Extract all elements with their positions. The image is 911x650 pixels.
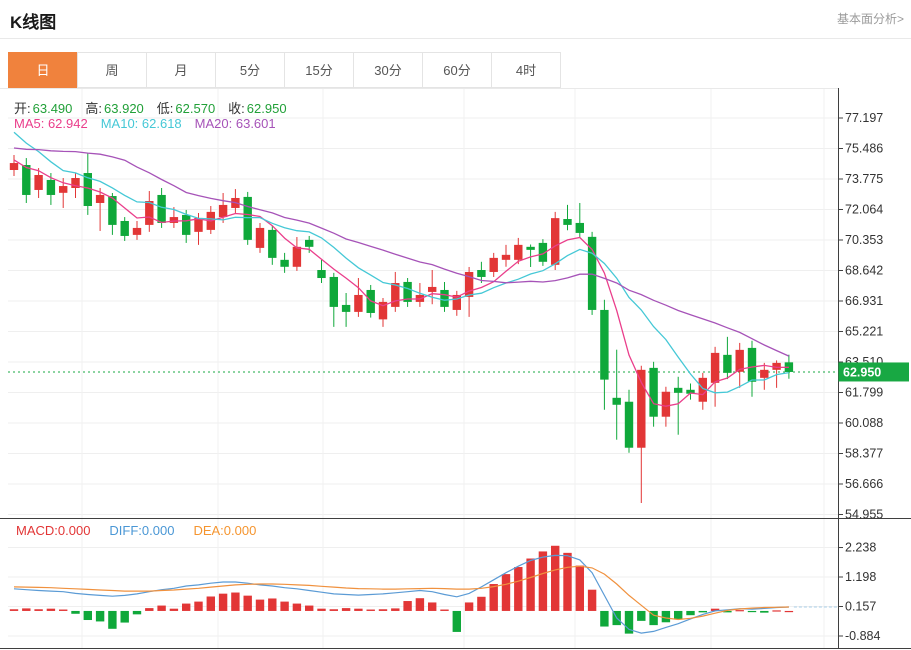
dea-value-label: DEA:0.000 [193,523,256,538]
candles-layer [10,153,793,503]
diff-line [14,555,789,633]
ma5-line [14,160,789,406]
y-axis-label: 2.238 [845,541,876,555]
y-axis-label: 56.666 [845,477,883,491]
y-axis-label: 61.799 [845,386,883,400]
y-axis-label: 58.377 [845,447,883,461]
ohlc-low: 低:62.570 [157,98,215,117]
y-axis-label: 66.931 [845,294,883,308]
ohlc-legend: 开:63.490 高:63.920 低:62.570 收:62.950 [14,98,287,117]
y-axis-label: 68.642 [845,264,883,278]
ma5-legend: MA5: 62.942 [14,116,88,131]
kline-app: K线图 基本面分析> 日周月5分15分30分60分4时 77.19775.486… [0,0,911,650]
y-axis-label: 65.221 [845,325,883,339]
y-axis-label: 77.197 [845,111,883,125]
current-price-badge-text: 62.950 [843,365,881,379]
y-axis-label: 73.775 [845,172,883,186]
y-axis-label: 54.955 [845,508,883,522]
y-axis-label: 60.088 [845,416,883,430]
y-axis-label: 72.064 [845,203,883,217]
ma-legend: MA5: 62.942 MA10: 62.618 MA20: 63.601 [14,116,276,131]
y-axis-label: 1.198 [845,570,876,584]
y-axis-label: 70.353 [845,233,883,247]
ma20-legend: MA20: 63.601 [195,116,276,131]
ohlc-open: 开:63.490 [14,98,72,117]
macd-legend: MACD:0.000 DIFF:0.000 DEA:0.000 [16,523,256,538]
ohlc-close: 收:62.950 [228,98,286,117]
ma10-line [14,132,789,393]
macd-value-label: MACD:0.000 [16,523,90,538]
diff-value-label: DIFF:0.000 [109,523,174,538]
macd-histogram [10,546,793,634]
y-axis-label: -0.884 [845,629,880,643]
ma10-legend: MA10: 62.618 [101,116,182,131]
y-axis-label: 75.486 [845,142,883,156]
y-axis-label: 0.157 [845,600,876,614]
ohlc-high: 高:63.920 [85,98,143,117]
